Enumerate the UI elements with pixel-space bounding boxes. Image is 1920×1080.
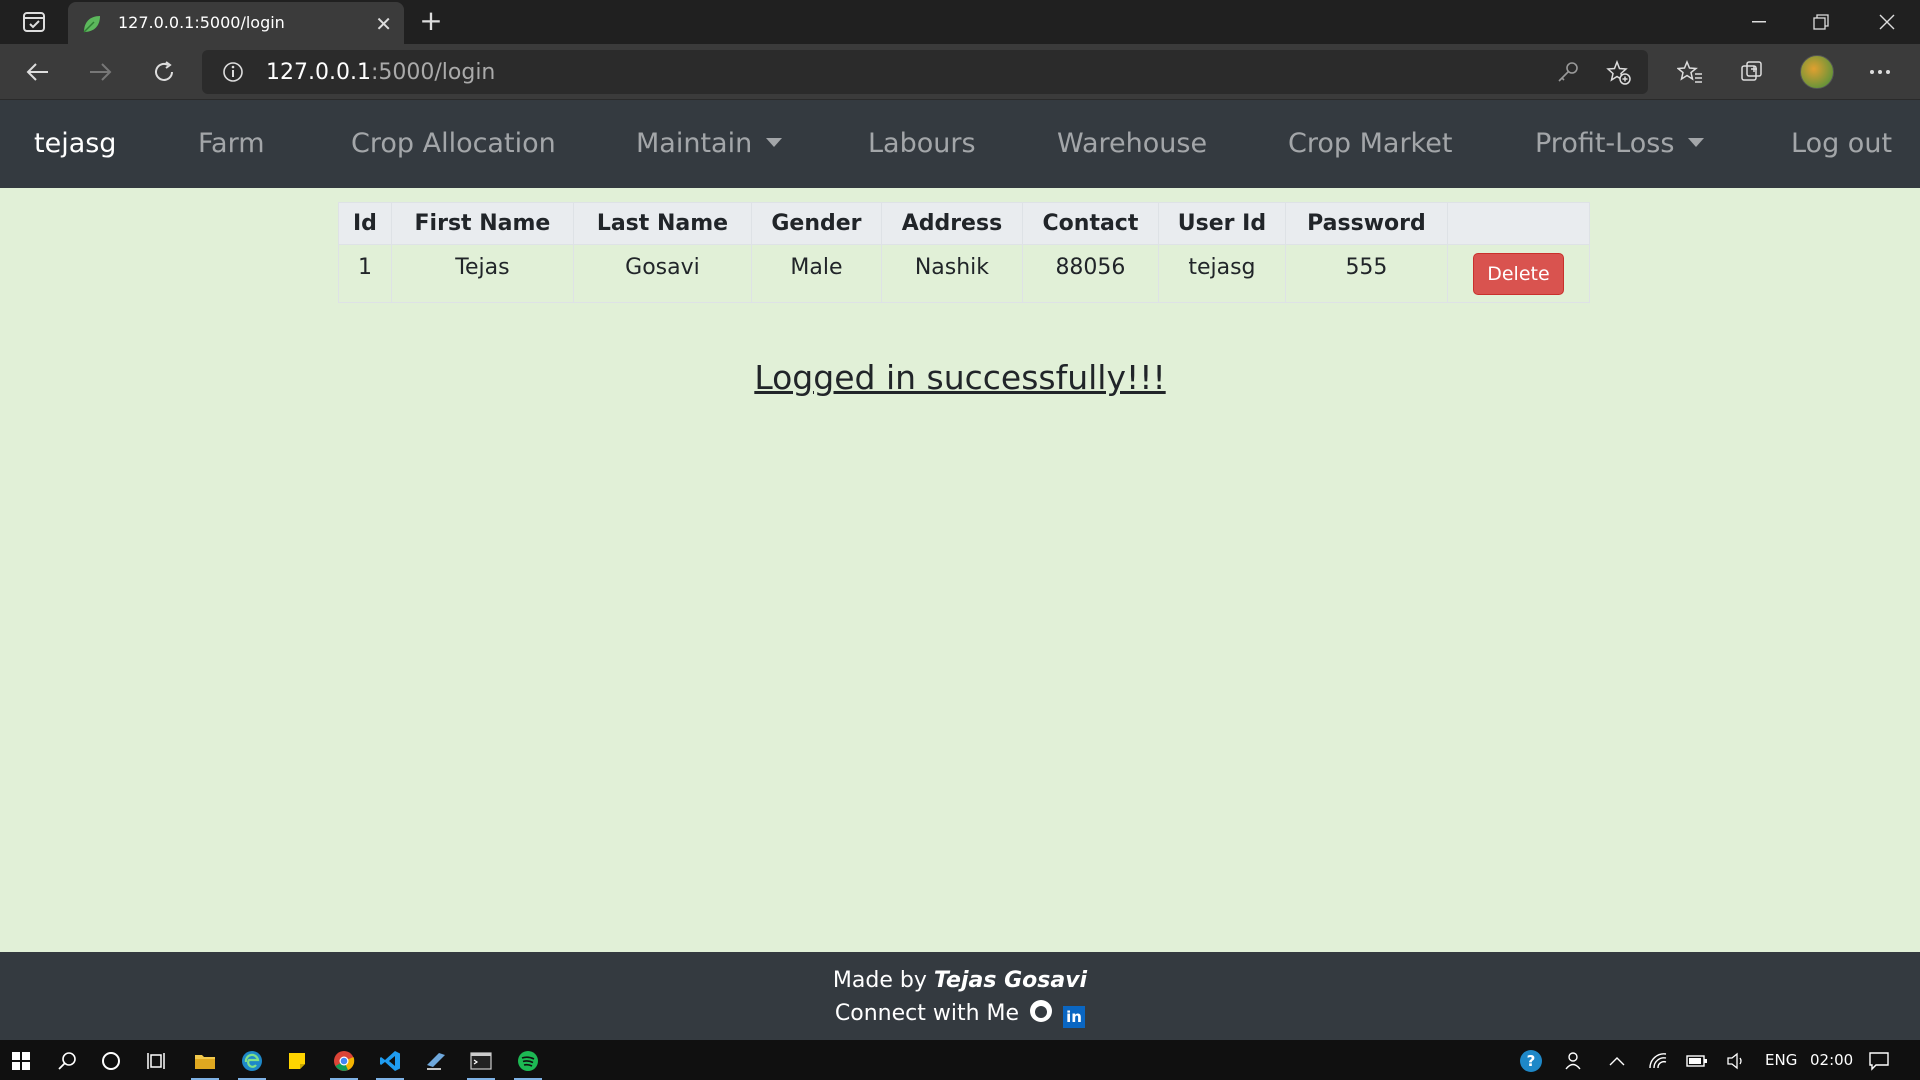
cell-first-name: Tejas	[390, 244, 574, 303]
nav-link-labours[interactable]: Labours	[868, 128, 976, 159]
nav-dropdown-maintain[interactable]: Maintain	[636, 128, 783, 159]
refresh-icon[interactable]	[146, 54, 182, 90]
cell-id: 1	[338, 244, 392, 303]
login-success-message: Logged in successfully!!!	[754, 358, 1166, 397]
col-header-user-id: User Id	[1157, 202, 1286, 245]
new-tab-button[interactable]: +	[416, 6, 446, 36]
footer-credit: Made by Tejas Gosavi	[0, 968, 1920, 993]
nav-link-crop-allocation[interactable]: Crop Allocation	[351, 128, 556, 159]
volume-icon[interactable]	[1719, 1044, 1753, 1078]
collections-icon[interactable]	[1734, 54, 1770, 90]
users-table: Id First Name Last Name Gender Address C…	[338, 202, 1590, 303]
footer-connect-label: Connect with Me	[834, 1001, 1020, 1026]
language-indicator[interactable]: ENG	[1765, 1051, 1797, 1069]
nav-link-farm[interactable]: Farm	[198, 128, 265, 159]
window-minimize-button[interactable]	[1728, 0, 1790, 44]
navbar-brand[interactable]: tejasg	[34, 128, 116, 159]
window-close-button[interactable]	[1856, 0, 1918, 44]
chrome-icon[interactable]	[327, 1044, 361, 1080]
profile-avatar[interactable]	[1800, 55, 1834, 89]
key-icon[interactable]	[1556, 60, 1580, 88]
favorites-icon[interactable]	[1672, 54, 1708, 90]
nav-link-warehouse[interactable]: Warehouse	[1057, 128, 1207, 159]
delete-button[interactable]: Delete	[1473, 252, 1564, 295]
footer-connect: Connect with Me in	[0, 1000, 1920, 1028]
nav-dropdown-maintain-label: Maintain	[636, 128, 753, 159]
add-favorite-icon[interactable]	[1606, 59, 1632, 90]
site-footer: Made by Tejas Gosavi Connect with Me in	[0, 952, 1920, 1040]
col-header-id: Id	[338, 202, 392, 245]
file-explorer-icon[interactable]	[188, 1044, 222, 1080]
tab-close-icon[interactable]: ✕	[375, 12, 392, 36]
site-navbar: tejasg Farm Crop Allocation Maintain Lab…	[0, 100, 1920, 188]
svg-text:?: ?	[1527, 1052, 1536, 1070]
cell-user-id: tejasg	[1157, 244, 1286, 303]
github-icon[interactable]	[1030, 1000, 1053, 1022]
nav-dropdown-profit-loss-label: Profit-Loss	[1535, 128, 1675, 159]
cell-last-name: Gosavi	[572, 244, 752, 303]
col-header-gender: Gender	[750, 202, 882, 245]
col-header-password: Password	[1284, 202, 1448, 245]
col-header-first-name: First Name	[390, 202, 574, 245]
paint-app-icon[interactable]	[419, 1044, 453, 1078]
footer-made-by: Made by	[832, 968, 927, 993]
nav-link-crop-market[interactable]: Crop Market	[1288, 128, 1452, 159]
people-icon[interactable]	[1558, 1044, 1592, 1078]
table-row: 1 Tejas Gosavi Male Nashik 88056 tejasg …	[338, 244, 1590, 303]
tab-title: 127.0.0.1:5000/login	[118, 13, 285, 32]
windows-taskbar: ? ENG 02:00	[0, 1040, 1920, 1080]
cortana-icon[interactable]	[94, 1044, 128, 1078]
caret-down-icon	[1688, 138, 1705, 147]
chevron-up-icon[interactable]	[1600, 1044, 1634, 1078]
footer-author: Tejas Gosavi	[933, 968, 1088, 993]
url-host: 127.0.0.1	[266, 60, 371, 85]
vscode-icon[interactable]	[373, 1044, 407, 1080]
back-arrow-icon[interactable]	[20, 54, 56, 90]
cell-action: Delete	[1446, 244, 1590, 303]
nav-dropdown-profit-loss[interactable]: Profit-Loss	[1535, 128, 1705, 159]
terminal-icon[interactable]	[464, 1044, 498, 1080]
cell-contact: 88056	[1021, 244, 1159, 303]
leaf-favicon-icon	[82, 14, 102, 38]
windows-start-icon[interactable]	[4, 1044, 38, 1078]
window-restore-button[interactable]	[1790, 0, 1852, 44]
col-header-contact: Contact	[1021, 202, 1159, 245]
site-info-icon[interactable]	[222, 61, 244, 87]
tab-actions-icon[interactable]	[16, 9, 52, 35]
wifi-icon[interactable]	[1641, 1044, 1675, 1078]
browser-tab[interactable]: 127.0.0.1:5000/login ✕	[68, 2, 404, 44]
spotify-icon[interactable]	[511, 1044, 545, 1080]
battery-icon[interactable]	[1680, 1044, 1714, 1078]
col-header-last-name: Last Name	[572, 202, 752, 245]
clock[interactable]: 02:00	[1810, 1051, 1853, 1069]
cell-gender: Male	[750, 244, 882, 303]
task-view-icon[interactable]	[140, 1044, 174, 1078]
forward-arrow-icon[interactable]	[82, 54, 118, 90]
caret-down-icon	[766, 138, 783, 147]
linkedin-icon[interactable]: in	[1063, 1006, 1086, 1028]
col-header-address: Address	[880, 202, 1023, 245]
browser-toolbar: 127.0.0.1:5000/login	[0, 44, 1920, 100]
web-page: tejasg Farm Crop Allocation Maintain Lab…	[0, 100, 1920, 1040]
cell-address: Nashik	[880, 244, 1023, 303]
table-header-row: Id First Name Last Name Gender Address C…	[338, 202, 1590, 245]
edge-browser-icon[interactable]	[235, 1044, 269, 1080]
nav-link-logout[interactable]: Log out	[1791, 128, 1892, 159]
help-icon[interactable]: ?	[1514, 1044, 1548, 1078]
more-menu-icon[interactable]	[1862, 54, 1898, 90]
address-url[interactable]: 127.0.0.1:5000/login	[266, 60, 495, 85]
col-header-action	[1446, 202, 1590, 245]
url-path: :5000/login	[370, 60, 496, 85]
sticky-notes-icon[interactable]	[280, 1044, 314, 1078]
notifications-icon[interactable]	[1862, 1044, 1896, 1078]
cell-password: 555	[1284, 244, 1448, 303]
address-bar[interactable]: 127.0.0.1:5000/login	[202, 50, 1648, 94]
browser-tab-bar: 127.0.0.1:5000/login ✕ +	[0, 0, 1920, 44]
search-icon[interactable]	[50, 1044, 84, 1078]
